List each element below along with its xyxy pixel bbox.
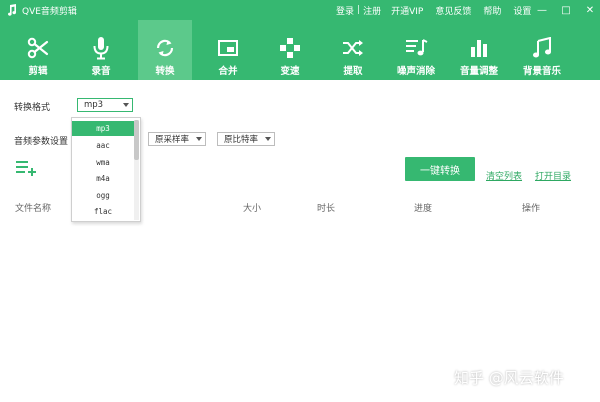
convert-icon [154, 36, 176, 60]
tool-speed-label: 变速 [280, 66, 300, 77]
tool-record-label: 录音 [91, 66, 111, 77]
format-select-value: mp3 [84, 100, 104, 110]
volume-bars-icon [469, 36, 489, 60]
feedback-link[interactable]: 意见反馈 [435, 4, 471, 17]
tool-cut[interactable]: 剪辑 [11, 20, 65, 80]
tool-record[interactable]: 录音 [74, 20, 128, 80]
tool-extract[interactable]: 提取 [326, 20, 380, 80]
watermark: 知乎 @风云软件 [454, 369, 564, 387]
window-controls: — □ ✕ [536, 0, 596, 20]
title-bar: QVE音频剪辑 登录 | 注册 开通VIP 意见反馈 帮助 设置 — □ ✕ [0, 0, 600, 20]
bitrate-select[interactable]: 原比特率 [217, 132, 275, 146]
col-progress: 进度 [414, 204, 433, 214]
chevron-down-icon [196, 137, 202, 141]
scissors-icon [27, 36, 49, 60]
tool-volume-label: 音量调整 [459, 66, 498, 77]
clear-list-link[interactable]: 清空列表 [486, 169, 522, 182]
tool-merge[interactable]: 合并 [201, 20, 255, 80]
noise-removal-icon [404, 36, 428, 60]
maximize-icon[interactable]: □ [560, 4, 572, 16]
chevron-down-icon [265, 137, 271, 141]
col-size: 大小 [243, 204, 262, 214]
account-links: 登录 | 注册 开通VIP 意见反馈 帮助 设置 [336, 0, 531, 20]
dropdown-scrollbar[interactable] [134, 120, 139, 220]
extract-icon [342, 36, 364, 60]
tool-bg-music-label: 背景音乐 [522, 66, 561, 77]
register-link[interactable]: 注册 [363, 4, 381, 17]
dropdown-option[interactable]: aac [72, 138, 134, 153]
app-title: QVE音频剪辑 [22, 6, 77, 17]
settings-link[interactable]: 设置 [513, 4, 531, 17]
dropdown-option[interactable]: m4a [72, 171, 134, 186]
tool-convert-label: 转换 [155, 66, 175, 77]
tool-cut-label: 剪辑 [28, 66, 48, 77]
merge-icon [217, 36, 239, 60]
col-duration: 时长 [317, 204, 336, 214]
vip-link[interactable]: 开通VIP [391, 4, 423, 17]
chevron-down-icon [123, 103, 129, 107]
tool-speed[interactable]: 变速 [263, 20, 317, 80]
tool-convert[interactable]: 转换 [138, 20, 192, 80]
tool-bg-music[interactable]: 背景音乐 [515, 20, 569, 80]
speed-icon [279, 36, 301, 60]
dropdown-option[interactable]: wma [72, 155, 134, 170]
dropdown-option[interactable]: flac [72, 204, 134, 219]
open-dir-link[interactable]: 打开目录 [535, 169, 571, 182]
bitrate-value: 原比特率 [224, 135, 259, 145]
add-files-icon[interactable] [15, 160, 37, 179]
format-select[interactable]: mp3 [77, 98, 133, 112]
tool-noise-removal-label: 噪声消除 [396, 66, 435, 77]
format-label: 转换格式 [14, 103, 51, 113]
main-toolbar: 剪辑 录音 转换 合并 变速 提取 噪声消除 音量调整 背景音乐 [0, 20, 600, 80]
col-file-name: 文件名称 [15, 204, 52, 214]
microphone-icon [92, 36, 110, 60]
login-link[interactable]: 登录 [336, 4, 354, 17]
dropdown-scrollbar-thumb[interactable] [134, 120, 139, 160]
audio-params-label: 音频参数设置 [14, 137, 69, 147]
format-dropdown-menu: mp3 aac wma m4a ogg flac [71, 117, 141, 222]
dropdown-option[interactable]: ogg [72, 188, 134, 203]
convert-all-button[interactable]: 一键转换 [405, 157, 475, 181]
tool-merge-label: 合并 [218, 66, 238, 77]
sample-rate-select[interactable]: 原采样率 [148, 132, 206, 146]
col-actions: 操作 [522, 204, 541, 214]
tool-noise-removal[interactable]: 噪声消除 [389, 20, 443, 80]
app-logo-icon [6, 3, 18, 17]
music-note-icon [532, 36, 552, 60]
tool-extract-label: 提取 [343, 66, 363, 77]
dropdown-option[interactable]: mp3 [72, 121, 134, 136]
sample-rate-value: 原采样率 [155, 135, 190, 145]
link-separator: | [357, 5, 361, 15]
close-icon[interactable]: ✕ [584, 4, 596, 16]
tool-volume[interactable]: 音量调整 [452, 20, 506, 80]
help-link[interactable]: 帮助 [483, 4, 501, 17]
minimize-icon[interactable]: — [536, 4, 548, 16]
